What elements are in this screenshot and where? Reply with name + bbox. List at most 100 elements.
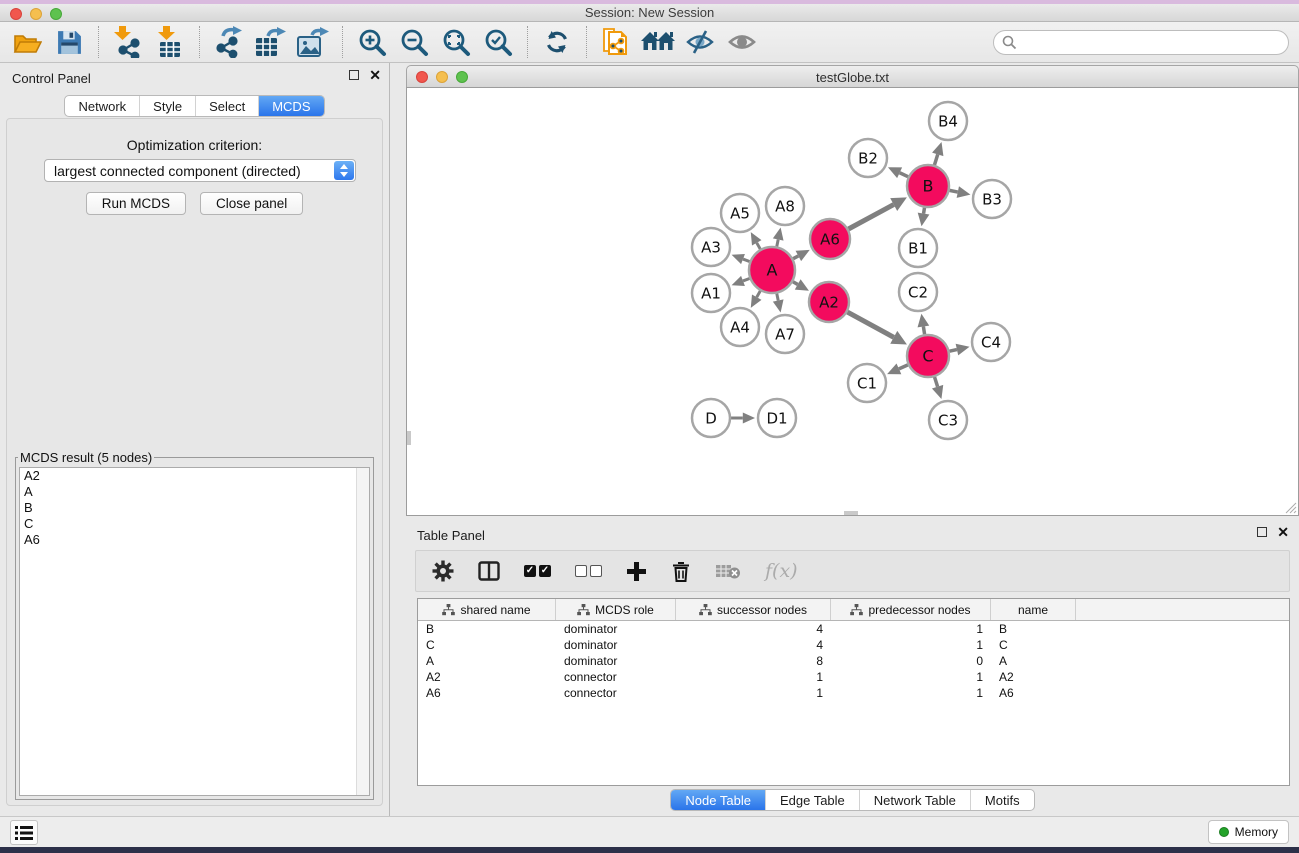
graph-edge-A6-B[interactable] — [848, 205, 893, 229]
graph-edge-C-C1[interactable] — [899, 365, 908, 369]
graph-node-C3[interactable]: C3 — [929, 401, 967, 439]
graph-node-A8[interactable]: A8 — [766, 187, 804, 225]
graph-edge-A-A6[interactable] — [793, 256, 798, 259]
import-network-button[interactable] — [107, 24, 149, 60]
graph-edge-A-A1[interactable] — [743, 278, 750, 280]
graph-node-A2[interactable]: A2 — [809, 282, 849, 322]
graph-edge-A-A8[interactable] — [777, 240, 778, 247]
tab-network-table[interactable]: Network Table — [860, 790, 971, 810]
network-horizontal-scrollbar[interactable] — [844, 511, 858, 515]
graph-node-B3[interactable]: B3 — [973, 180, 1011, 218]
graph-node-C[interactable]: C — [907, 335, 949, 377]
task-history-button[interactable] — [10, 820, 38, 845]
graph-node-B[interactable]: B — [907, 165, 949, 207]
graph-node-D1[interactable]: D1 — [758, 399, 796, 437]
graph-node-C1[interactable]: C1 — [848, 364, 886, 402]
select-all-checkboxes-button[interactable]: ✓ ✓ — [524, 565, 551, 577]
graph-node-B2[interactable]: B2 — [849, 139, 887, 177]
export-network-button[interactable] — [208, 24, 250, 60]
graph-edge-A-A4[interactable] — [757, 291, 761, 297]
criterion-select[interactable]: largest connected component (directed) — [44, 159, 356, 182]
graph-edge-A-A2[interactable] — [793, 282, 798, 285]
zoom-fit-button[interactable] — [435, 24, 477, 60]
graph-node-A[interactable]: A — [749, 247, 795, 293]
graph-node-C4[interactable]: C4 — [972, 323, 1010, 361]
export-image-button[interactable] — [292, 24, 334, 60]
column-header-MCDS-role[interactable]: MCDS role — [556, 599, 676, 620]
graph-edge-A-A3[interactable] — [743, 259, 750, 261]
network-canvas[interactable]: B4 B2 B B3 A5A8A6 A3 A B1 A1 C2 A2 A4A7 C C4 C1 C3 D D1 — [406, 87, 1299, 516]
graph-node-A3[interactable]: A3 — [692, 228, 730, 266]
zoom-out-button[interactable] — [393, 24, 435, 60]
search-input[interactable] — [993, 30, 1289, 55]
tab-mcds[interactable]: MCDS — [259, 96, 323, 116]
column-header-successor-nodes[interactable]: successor nodes — [676, 599, 831, 620]
zoom-in-button[interactable] — [351, 24, 393, 60]
tab-edge-table[interactable]: Edge Table — [766, 790, 860, 810]
graph-edge-A-A7[interactable] — [777, 294, 778, 301]
graph-node-A6[interactable]: A6 — [810, 219, 850, 259]
graph-node-D[interactable]: D — [692, 399, 730, 437]
graph-edge-C-C4[interactable] — [949, 350, 956, 352]
gear-button[interactable] — [432, 560, 454, 582]
refresh-button[interactable] — [536, 24, 578, 60]
open-session-button[interactable] — [6, 24, 48, 60]
mcds-result-item[interactable]: A2 — [20, 468, 369, 484]
add-column-button[interactable] — [626, 561, 647, 582]
graph-node-A5[interactable]: A5 — [721, 194, 759, 232]
split-columns-button[interactable] — [478, 561, 500, 581]
save-session-button[interactable] — [48, 24, 90, 60]
column-header-name[interactable]: name — [991, 599, 1076, 620]
graph-node-B1[interactable]: B1 — [899, 229, 937, 267]
graph-edge-C-C2[interactable] — [923, 326, 924, 334]
graph-edge-A2-C[interactable] — [847, 312, 893, 337]
graph-edge-A-A5[interactable] — [757, 243, 761, 249]
hide-details-button[interactable] — [679, 24, 721, 60]
graph-edge-C-C3[interactable] — [935, 377, 938, 387]
table-row[interactable]: A6connector11A6 — [418, 685, 1289, 701]
delete-table-button[interactable] — [715, 562, 741, 580]
home-button[interactable] — [637, 24, 679, 60]
mcds-result-scrollbar[interactable] — [356, 468, 369, 795]
graph-edge-B-B2[interactable] — [900, 173, 908, 177]
graph-node-A7[interactable]: A7 — [766, 315, 804, 353]
network-window-titlebar[interactable]: testGlobe.txt — [406, 65, 1299, 87]
table-row[interactable]: A2connector11A2 — [418, 669, 1289, 685]
tab-select[interactable]: Select — [196, 96, 259, 116]
table-row[interactable]: Bdominator41B — [418, 621, 1289, 637]
tab-style[interactable]: Style — [140, 96, 196, 116]
graph-edge-B-B4[interactable] — [934, 154, 937, 165]
graph-edge-B-B1[interactable] — [924, 208, 925, 214]
export-table-button[interactable] — [250, 24, 292, 60]
function-builder-button[interactable]: f(x) — [765, 560, 798, 582]
delete-column-button[interactable] — [671, 560, 691, 582]
tab-network[interactable]: Network — [65, 96, 140, 116]
graph-node-A1[interactable]: A1 — [692, 274, 730, 312]
float-table-panel-icon[interactable] — [1257, 527, 1267, 537]
import-table-button[interactable] — [149, 24, 191, 60]
table-row[interactable]: Adominator80A — [418, 653, 1289, 669]
graph-node-A4[interactable]: A4 — [721, 308, 759, 346]
mcds-result-item[interactable]: B — [20, 500, 369, 516]
zoom-selected-button[interactable] — [477, 24, 519, 60]
close-panel-button[interactable]: Close panel — [200, 192, 303, 215]
resize-grip-icon[interactable] — [1284, 501, 1297, 514]
close-table-panel-icon[interactable]: ✕ — [1277, 527, 1289, 537]
close-panel-icon[interactable]: ✕ — [369, 70, 381, 80]
mcds-result-item[interactable]: C — [20, 516, 369, 532]
float-panel-icon[interactable] — [349, 70, 359, 80]
graph-node-C2[interactable]: C2 — [899, 273, 937, 311]
memory-button[interactable]: Memory — [1208, 820, 1289, 844]
network-vertical-scrollbar[interactable] — [407, 431, 411, 445]
tab-motifs[interactable]: Motifs — [971, 790, 1034, 810]
table-row[interactable]: Cdominator41C — [418, 637, 1289, 653]
run-mcds-button[interactable]: Run MCDS — [86, 192, 186, 215]
mcds-result-item[interactable]: A — [20, 484, 369, 500]
show-details-button[interactable] — [721, 24, 763, 60]
column-header-predecessor-nodes[interactable]: predecessor nodes — [831, 599, 991, 620]
column-header-shared-name[interactable]: shared name — [418, 599, 556, 620]
mcds-result-item[interactable]: A6 — [20, 532, 369, 548]
tab-node-table[interactable]: Node Table — [671, 790, 766, 810]
graph-edge-B-B3[interactable] — [950, 190, 958, 192]
graph-node-B4[interactable]: B4 — [929, 102, 967, 140]
